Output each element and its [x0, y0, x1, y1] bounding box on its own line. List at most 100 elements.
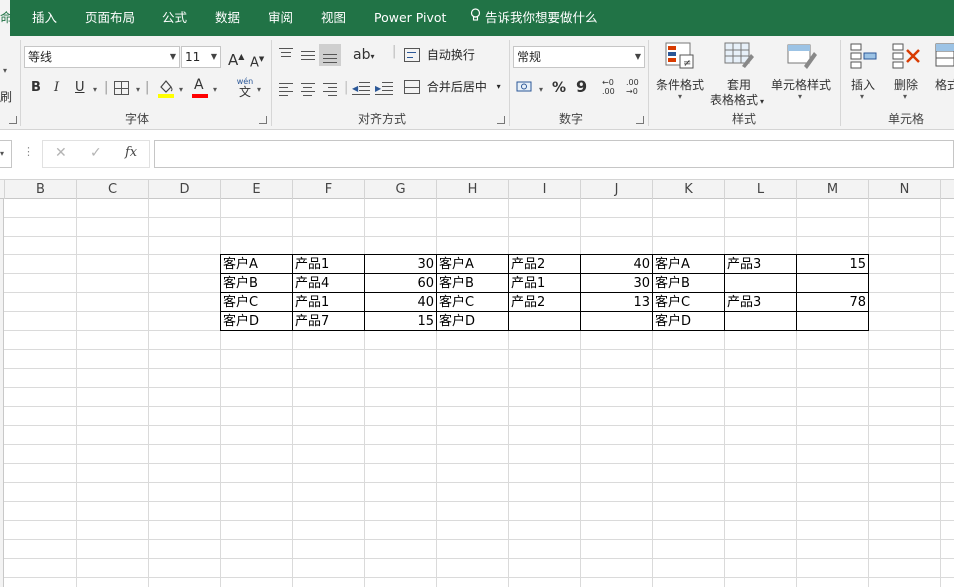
- decrease-indent-icon[interactable]: ◀: [352, 81, 370, 95]
- tab-data[interactable]: 数据: [215, 0, 240, 36]
- table-cell[interactable]: 客户C: [653, 293, 725, 312]
- currency-dropdown-icon[interactable]: ▾: [539, 85, 543, 94]
- tell-me-search[interactable]: 告诉我你想要做什么: [470, 0, 598, 36]
- table-cell[interactable]: 产品4: [293, 274, 365, 293]
- middle-align-icon[interactable]: [301, 49, 315, 61]
- table-cell[interactable]: 客户B: [653, 274, 725, 293]
- phonetic-dropdown-icon[interactable]: ▾: [257, 85, 261, 94]
- italic-button[interactable]: I: [54, 79, 59, 97]
- column-header[interactable]: G: [365, 180, 437, 199]
- column-header[interactable]: I: [509, 180, 581, 199]
- delete-cells-button[interactable]: 删除: [888, 76, 924, 93]
- table-cell[interactable]: 客户D: [653, 312, 725, 331]
- table-cell[interactable]: 15: [365, 312, 437, 331]
- tab-view[interactable]: 视图: [321, 0, 346, 36]
- tab-home[interactable]: 命: [0, 0, 10, 36]
- tab-power-pivot[interactable]: Power Pivot: [374, 0, 446, 36]
- table-cell[interactable]: [797, 274, 869, 293]
- number-format-combo[interactable]: 常规 ▼: [513, 46, 645, 68]
- table-cell[interactable]: 客户A: [437, 255, 509, 274]
- comma-style-button[interactable]: 9: [576, 78, 587, 96]
- merge-center-button[interactable]: 合并后居中 ▾: [404, 78, 501, 98]
- format-painter-label[interactable]: 刷: [0, 88, 12, 106]
- currency-icon[interactable]: [516, 80, 534, 94]
- table-cell[interactable]: 13: [581, 293, 653, 312]
- column-header[interactable]: K: [653, 180, 725, 199]
- table-cell[interactable]: [797, 312, 869, 331]
- formula-input[interactable]: [154, 140, 954, 168]
- table-cell[interactable]: 60: [365, 274, 437, 293]
- tab-page-layout[interactable]: 页面布局: [85, 0, 135, 36]
- format-cells-button[interactable]: 格式: [935, 76, 954, 93]
- cell-styles-button[interactable]: 单元格样式: [770, 76, 832, 93]
- chevron-down-icon[interactable]: ▾: [798, 92, 802, 101]
- table-cell[interactable]: 产品1: [293, 293, 365, 312]
- table-cell[interactable]: 客户D: [221, 312, 293, 331]
- bold-button[interactable]: B: [31, 79, 41, 97]
- table-cell[interactable]: 78: [797, 293, 869, 312]
- format-as-table-label-2[interactable]: 表格格式▾: [707, 91, 767, 108]
- orientation-icon[interactable]: ab▾: [353, 46, 374, 66]
- tab-review[interactable]: 审阅: [268, 0, 293, 36]
- bottom-align-button[interactable]: [319, 44, 341, 66]
- formula-bar-grip-icon[interactable]: ⋮: [23, 145, 34, 158]
- table-cell[interactable]: [725, 274, 797, 293]
- increase-decimal-icon[interactable]: ←0.00: [602, 78, 622, 98]
- underline-button[interactable]: U: [75, 79, 85, 97]
- phonetic-guide-button[interactable]: wén 文: [234, 77, 256, 99]
- borders-dropdown-icon[interactable]: ▾: [136, 85, 140, 94]
- column-header[interactable]: F: [293, 180, 365, 199]
- table-cell[interactable]: 产品3: [725, 255, 797, 274]
- table-cell[interactable]: 40: [581, 255, 653, 274]
- column-header[interactable]: N: [869, 180, 941, 199]
- table-cell[interactable]: 产品2: [509, 293, 581, 312]
- table-cell[interactable]: [509, 312, 581, 331]
- insert-function-icon[interactable]: fx: [125, 145, 137, 160]
- wrap-text-button[interactable]: 自动换行: [404, 46, 475, 66]
- clipboard-launcher-icon[interactable]: [9, 116, 17, 124]
- table-cell[interactable]: 产品7: [293, 312, 365, 331]
- column-header[interactable]: M: [797, 180, 869, 199]
- borders-icon[interactable]: [114, 81, 129, 95]
- table-cell[interactable]: 客户C: [437, 293, 509, 312]
- font-color-button[interactable]: A: [191, 78, 209, 98]
- increase-indent-icon[interactable]: ▶: [375, 81, 393, 95]
- table-cell[interactable]: [725, 312, 797, 331]
- column-header[interactable]: H: [437, 180, 509, 199]
- top-align-icon[interactable]: [279, 47, 293, 59]
- alignment-launcher-icon[interactable]: [497, 116, 505, 124]
- column-header[interactable]: D: [149, 180, 221, 199]
- name-box[interactable]: ▾: [0, 140, 12, 168]
- underline-dropdown-icon[interactable]: ▾: [93, 85, 97, 94]
- font-launcher-icon[interactable]: [259, 116, 267, 124]
- table-cell[interactable]: 30: [581, 274, 653, 293]
- cancel-icon[interactable]: ✕: [55, 145, 67, 161]
- fill-color-button[interactable]: [157, 78, 175, 98]
- column-header[interactable]: J: [581, 180, 653, 199]
- table-cell[interactable]: 产品2: [509, 255, 581, 274]
- table-cell[interactable]: 产品1: [509, 274, 581, 293]
- table-cell[interactable]: [581, 312, 653, 331]
- table-cell[interactable]: 客户A: [653, 255, 725, 274]
- chevron-down-icon[interactable]: ▾: [678, 92, 682, 101]
- align-center-icon[interactable]: [301, 82, 315, 94]
- table-cell[interactable]: 客户B: [437, 274, 509, 293]
- enter-icon[interactable]: ✓: [90, 145, 102, 161]
- chevron-down-icon[interactable]: ▾: [860, 92, 864, 101]
- table-cell[interactable]: 40: [365, 293, 437, 312]
- fill-color-dropdown-icon[interactable]: ▾: [179, 85, 183, 94]
- font-size-combo[interactable]: 11 ▼: [181, 46, 221, 68]
- font-name-combo[interactable]: 等线 ▼: [24, 46, 180, 68]
- tab-insert[interactable]: 插入: [32, 0, 57, 36]
- table-cell[interactable]: 产品3: [725, 293, 797, 312]
- insert-cells-button[interactable]: 插入: [845, 76, 881, 93]
- conditional-format-button[interactable]: 条件格式: [655, 76, 705, 93]
- font-color-dropdown-icon[interactable]: ▾: [213, 85, 217, 94]
- grow-font-button[interactable]: A▲: [228, 48, 244, 69]
- shrink-font-button[interactable]: A▼: [250, 50, 264, 72]
- table-cell[interactable]: 客户B: [221, 274, 293, 293]
- decrease-decimal-icon[interactable]: .00→0: [626, 78, 646, 98]
- table-cell[interactable]: 30: [365, 255, 437, 274]
- tab-formulas[interactable]: 公式: [162, 0, 187, 36]
- percent-button[interactable]: %: [552, 79, 566, 97]
